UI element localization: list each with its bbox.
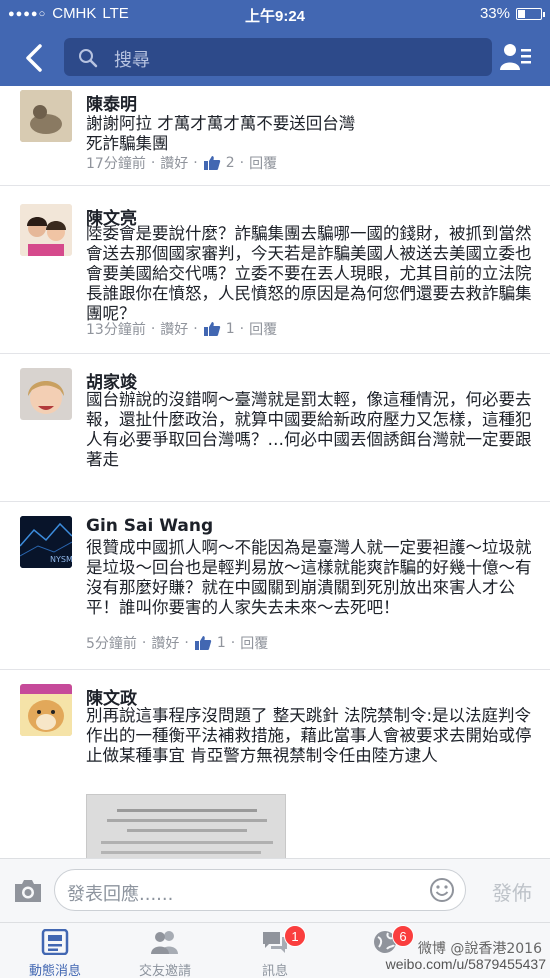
comment-text: 陸委會是要說什麼？詐騙集團去騙哪一國的錢財，被抓到當然會送去那個國家審判，今天若… [86,224,532,323]
tab-messages[interactable]: 1 訊息 [220,923,330,978]
thumbs-up-icon [203,156,220,170]
like-link[interactable]: 讚好 [151,633,179,653]
avatar[interactable] [20,368,72,420]
status-bar: ●●●●○ CMHK LTE 上午9:24 33% [0,0,550,28]
friends-list-icon[interactable] [498,40,532,74]
comment-time: 17分鐘前 [86,156,146,172]
reply-link[interactable]: 回覆 [249,319,277,339]
like-link[interactable]: 讚好 [160,319,188,339]
avatar[interactable] [20,204,72,256]
comment-time: 13分鐘前 [86,322,146,338]
separator: · [239,321,245,337]
separator: · [150,321,156,337]
comment-author[interactable]: Gin Sai Wang [86,516,213,536]
like-count: 1 [225,321,235,337]
separator: · [141,635,147,651]
comment-feed[interactable]: 陳泰明 謝謝阿拉 才萬才萬才萬不要送回台灣 死詐騙集團 17分鐘前 · 讚好 ·… [0,86,550,858]
clock: 上午9:24 [244,8,306,25]
separator: · [193,155,198,171]
comment-item: 胡家竣 國台辦說的沒錯啊～臺灣就是罰太輕，像這種情況，何必要去報，還扯什麼政治，… [0,354,550,502]
reply-link[interactable]: 回覆 [249,153,277,173]
separator: · [184,635,189,651]
battery-percent: 33% [479,5,510,22]
search-input[interactable]: 搜尋 [64,38,492,76]
comment-meta: 13分鐘前 · 讚好 · 1 · 回覆 [86,319,277,339]
comment-item: 陳文亮 陸委會是要說什麼？詐騙集團去騙哪一國的錢財，被抓到當然會送去那個國家審判… [0,186,550,354]
like-count: 2 [225,155,235,171]
comment-time: 5分鐘前 [86,636,137,652]
watermark-handle: 微博 @說香港2016 [417,941,542,957]
separator: · [193,321,198,337]
watermark-url: weibo.com/u/5879455437 [385,956,546,972]
attached-document-image[interactable] [86,794,286,858]
comment-meta: 5分鐘前 · 讚好 · 1 · 回覆 [86,633,268,653]
comment-author[interactable]: 陳泰明 [86,90,137,115]
comment-text: 國台辦說的沒錯啊～臺灣就是罰太輕，像這種情況，何必要去報，還扯什麼政治，就算中國… [86,390,532,469]
comment-meta: 17分鐘前 · 讚好 · 2 · 回覆 [86,153,277,173]
news-feed-icon [41,929,69,955]
thumbs-up-icon [203,322,220,336]
reply-placeholder: 發表回應...... [67,884,174,905]
friend-requests-icon [151,931,178,954]
comment-text: 謝謝阿拉 才萬才萬才萬不要送回台灣 死詐騙集團 [86,114,356,153]
nav-bar: 搜尋 [0,30,550,86]
emoji-icon[interactable] [429,877,455,903]
comment-item: 陳泰明 謝謝阿拉 才萬才萬才萬不要送回台灣 死詐騙集團 17分鐘前 · 讚好 ·… [0,86,550,186]
tab-friend-requests[interactable]: 交友邀請 [110,923,220,978]
messages-badge: 1 [284,925,306,947]
avatar-text: NYSM [50,555,72,564]
reply-input[interactable]: 發表回應...... [54,869,466,911]
avatar[interactable] [20,90,72,142]
like-count: 1 [216,635,226,651]
search-placeholder: 搜尋 [114,50,150,71]
back-arrow-icon[interactable] [14,38,54,78]
avatar[interactable] [20,684,72,736]
tab-label: 交友邀請 [138,964,191,978]
tab-label: 訊息 [261,964,288,978]
separator: · [150,155,156,171]
like-link[interactable]: 讚好 [160,153,188,173]
separator: · [230,635,236,651]
thumbs-up-icon [194,636,212,650]
reply-link[interactable]: 回覆 [240,633,268,653]
comment-item: 陳文政 別再說這事程序沒問題了 整天跳針 法院禁制令:是以法庭判令作出的一種衡平… [0,670,550,858]
search-icon [79,49,98,68]
comment-text: 很贊成中國抓人啊～不能因為是臺灣人就一定要袒護～垃圾就是垃圾～回台也是輕判易放～… [86,538,532,617]
top-bar: ●●●●○ CMHK LTE 上午9:24 33% 搜尋 [0,0,550,86]
tab-news-feed[interactable]: 動態消息 [0,923,110,978]
separator: · [239,155,245,171]
tab-label: 動態消息 [28,964,81,978]
camera-icon[interactable] [12,877,44,905]
notifications-badge: 6 [392,925,414,947]
reply-composer: 發表回應...... 發佈 [0,858,550,922]
avatar[interactable]: NYSM [20,516,72,568]
comment-text: 別再說這事程序沒問題了 整天跳針 法院禁制令:是以法庭判令作出的一種衡平法補救措… [86,706,532,765]
comment-item: NYSM Gin Sai Wang 很贊成中國抓人啊～不能因為是臺灣人就一定要袒… [0,502,550,670]
battery-icon [516,7,545,20]
post-button[interactable]: 發佈 [492,877,532,906]
